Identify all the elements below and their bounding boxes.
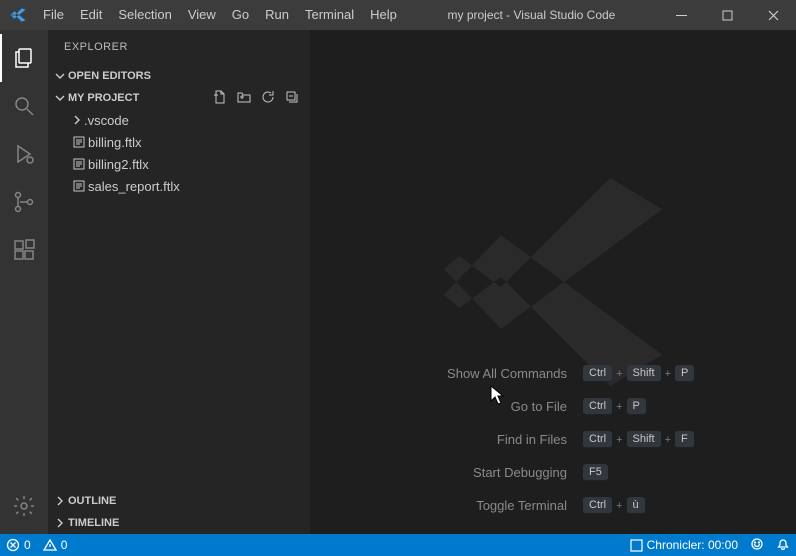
- title-bar: File Edit Selection View Go Run Terminal…: [0, 0, 796, 30]
- shortcut-row: Start Debugging F5: [310, 464, 783, 481]
- key: P: [627, 398, 646, 415]
- status-errors[interactable]: 0: [0, 534, 37, 556]
- sidebar-title: EXPLORER: [48, 30, 310, 65]
- window-controls: [658, 0, 796, 30]
- shortcut-row: Go to File Ctrl+ P: [310, 398, 783, 415]
- shortcut-label: Go to File: [310, 399, 583, 414]
- maximize-button[interactable]: [704, 0, 750, 30]
- key: Shift: [627, 365, 661, 382]
- vscode-logo-icon: [0, 6, 35, 24]
- menu-help[interactable]: Help: [362, 0, 405, 30]
- editor-area: Show All Commands Ctrl+ Shift+ P Go to F…: [310, 30, 796, 534]
- menu-terminal[interactable]: Terminal: [297, 0, 362, 30]
- section-label: OUTLINE: [68, 495, 116, 507]
- minimize-button[interactable]: [658, 0, 704, 30]
- menu-selection[interactable]: Selection: [110, 0, 179, 30]
- key: Ctrl: [583, 365, 612, 382]
- key: Ctrl: [583, 431, 612, 448]
- menu-run[interactable]: Run: [257, 0, 297, 30]
- folder-label: .vscode: [84, 113, 129, 128]
- status-feedback[interactable]: [744, 534, 770, 556]
- tree-file[interactable]: billing2.ftlx: [56, 153, 310, 175]
- section-label: OPEN EDITORS: [68, 70, 151, 82]
- shortcut-row: Find in Files Ctrl+ Shift+ F: [310, 431, 783, 448]
- menu-bar: File Edit Selection View Go Run Terminal…: [35, 0, 405, 30]
- activity-run-debug[interactable]: [0, 130, 48, 178]
- status-bar: 0 0 Chronicler: 00:00: [0, 534, 796, 556]
- key: F: [675, 431, 694, 448]
- status-value: Chronicler: 00:00: [647, 538, 738, 552]
- chevron-down-icon: [52, 70, 68, 82]
- activity-search[interactable]: [0, 82, 48, 130]
- shortcut-row: Toggle Terminal Ctrl+ ù: [310, 497, 783, 514]
- file-icon: [70, 179, 88, 193]
- refresh-icon[interactable]: [260, 89, 276, 108]
- key: Shift: [627, 431, 661, 448]
- status-chronicler[interactable]: Chronicler: 00:00: [624, 534, 744, 556]
- file-icon: [70, 135, 88, 149]
- key: Ctrl: [583, 497, 612, 514]
- file-label: sales_report.ftlx: [88, 179, 180, 194]
- welcome-shortcuts: Show All Commands Ctrl+ Shift+ P Go to F…: [310, 365, 776, 514]
- shortcut-label: Start Debugging: [310, 465, 583, 480]
- menu-go[interactable]: Go: [224, 0, 257, 30]
- status-value: 0: [61, 538, 68, 552]
- section-timeline[interactable]: TIMELINE: [48, 512, 310, 534]
- activity-source-control[interactable]: [0, 178, 48, 226]
- chevron-down-icon: [52, 92, 68, 104]
- menu-edit[interactable]: Edit: [72, 0, 110, 30]
- new-file-icon[interactable]: [212, 89, 228, 108]
- file-icon: [70, 157, 88, 171]
- tree-file[interactable]: billing.ftlx: [56, 131, 310, 153]
- section-label: TIMELINE: [68, 517, 119, 529]
- key: ù: [627, 497, 645, 514]
- key: P: [675, 365, 694, 382]
- file-tree: .vscode billing.ftlx billing2.ftlx sales…: [48, 109, 310, 197]
- chevron-right-icon: [70, 114, 84, 126]
- window-title: my project - Visual Studio Code: [405, 8, 658, 22]
- file-label: billing.ftlx: [88, 135, 141, 150]
- menu-view[interactable]: View: [180, 0, 224, 30]
- collapse-all-icon[interactable]: [284, 89, 300, 108]
- tree-folder-vscode[interactable]: .vscode: [56, 109, 310, 131]
- tree-file[interactable]: sales_report.ftlx: [56, 175, 310, 197]
- section-project[interactable]: MY PROJECT: [48, 87, 310, 109]
- activity-settings[interactable]: [0, 482, 48, 530]
- activity-explorer[interactable]: [0, 34, 48, 82]
- status-notifications[interactable]: [770, 534, 796, 556]
- menu-file[interactable]: File: [35, 0, 72, 30]
- close-button[interactable]: [750, 0, 796, 30]
- section-label: MY PROJECT: [68, 92, 139, 104]
- new-folder-icon[interactable]: [236, 89, 252, 108]
- section-open-editors[interactable]: OPEN EDITORS: [48, 65, 310, 87]
- chevron-right-icon: [52, 495, 68, 507]
- file-label: billing2.ftlx: [88, 157, 149, 172]
- shortcut-label: Toggle Terminal: [310, 498, 583, 513]
- key: Ctrl: [583, 398, 612, 415]
- shortcut-row: Show All Commands Ctrl+ Shift+ P: [310, 365, 783, 382]
- status-warnings[interactable]: 0: [37, 534, 74, 556]
- shortcut-label: Show All Commands: [310, 366, 583, 381]
- section-outline[interactable]: OUTLINE: [48, 490, 310, 512]
- activity-bar: [0, 30, 48, 534]
- activity-extensions[interactable]: [0, 226, 48, 274]
- chevron-right-icon: [52, 517, 68, 529]
- shortcut-label: Find in Files: [310, 432, 583, 447]
- sidebar-explorer: EXPLORER OPEN EDITORS MY PROJECT .vs: [48, 30, 310, 534]
- key: F5: [583, 464, 608, 481]
- status-value: 0: [24, 538, 31, 552]
